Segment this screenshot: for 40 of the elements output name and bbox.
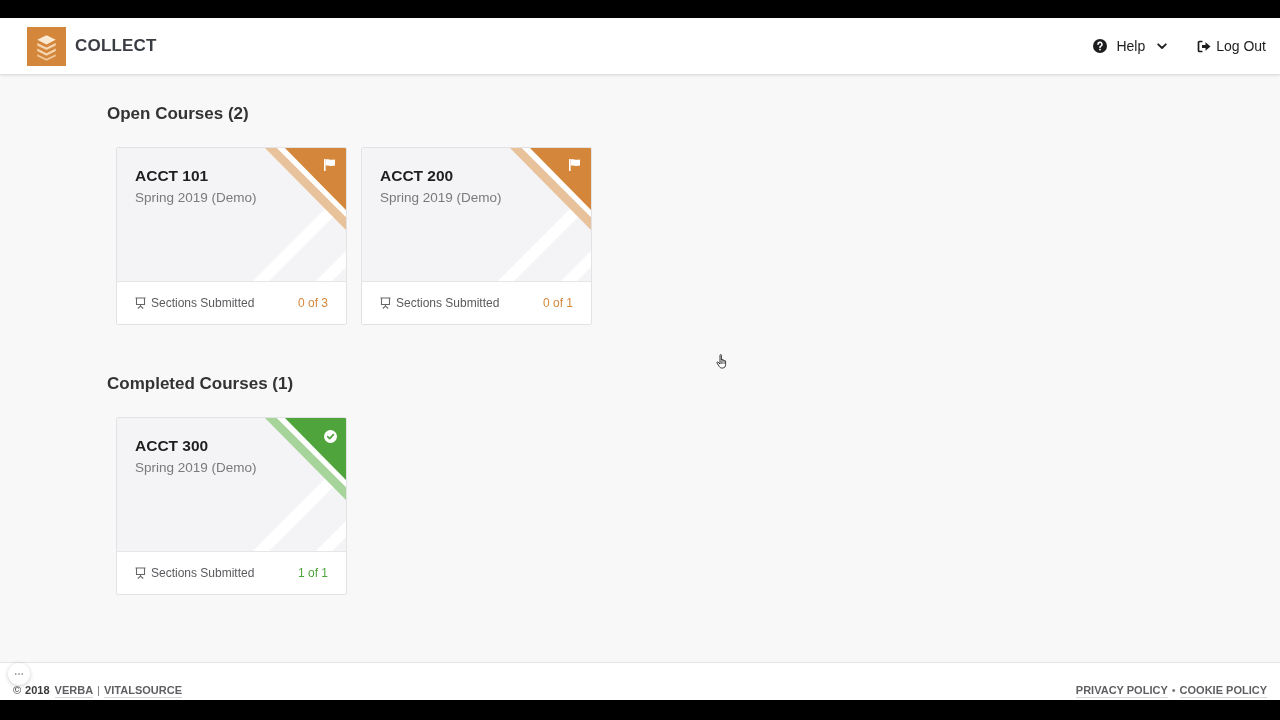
link-separator: • bbox=[1171, 684, 1176, 696]
footer-link[interactable]: VITALSOURCE bbox=[103, 684, 182, 698]
progress-count: 0 of 3 bbox=[297, 296, 328, 310]
flag-icon bbox=[324, 159, 335, 171]
copyright-year: 2018 bbox=[25, 684, 50, 696]
course-card[interactable]: ACCT 200 Spring 2019 (Demo) Sections Submitted 0 of 1 bbox=[361, 147, 592, 325]
stacked-layers-logo-icon bbox=[27, 26, 66, 66]
hand-pointer-icon bbox=[716, 354, 729, 369]
log-out-button[interactable]: Log Out bbox=[1197, 36, 1266, 56]
section-heading: Completed Courses (1) bbox=[107, 373, 294, 395]
easel-icon bbox=[135, 567, 146, 579]
course-term: Spring 2019 (Demo) bbox=[135, 459, 257, 476]
footer-link[interactable]: VERBA bbox=[54, 684, 94, 698]
course-term: Spring 2019 (Demo) bbox=[135, 189, 257, 206]
progress-count: 1 of 1 bbox=[297, 566, 328, 580]
copyright-sign: © bbox=[13, 684, 22, 696]
footer-link[interactable]: COOKIE POLICY bbox=[1179, 684, 1267, 698]
course-term: Spring 2019 (Demo) bbox=[380, 189, 502, 206]
course-code: ACCT 300 bbox=[135, 436, 209, 455]
course-code: ACCT 200 bbox=[380, 166, 454, 185]
progress-label: Sections Submitted bbox=[151, 296, 255, 310]
check-circle-icon bbox=[324, 430, 337, 443]
footer-link[interactable]: PRIVACY POLICY bbox=[1075, 684, 1168, 698]
progress-label: Sections Submitted bbox=[151, 566, 255, 580]
flag-icon bbox=[569, 159, 580, 171]
chevron-down-icon bbox=[1157, 42, 1168, 50]
link-separator: | bbox=[97, 684, 100, 696]
more-button[interactable] bbox=[8, 663, 30, 685]
brand-name: COLLECT bbox=[75, 36, 157, 56]
progress-label: Sections Submitted bbox=[396, 296, 500, 310]
course-card[interactable]: ACCT 101 Spring 2019 (Demo) Sections Submitted 0 of 3 bbox=[116, 147, 347, 325]
help-menu-button[interactable]: Help bbox=[1093, 36, 1168, 56]
progress-count: 0 of 1 bbox=[542, 296, 573, 310]
log-out-icon bbox=[1197, 39, 1212, 53]
section-heading: Open Courses (2) bbox=[107, 103, 249, 125]
help-icon bbox=[1093, 39, 1108, 53]
easel-icon bbox=[135, 297, 146, 309]
course-code: ACCT 101 bbox=[135, 166, 209, 185]
easel-icon bbox=[380, 297, 391, 309]
course-card[interactable]: ACCT 300 Spring 2019 (Demo) Sections Submitted 1 of 1 bbox=[116, 417, 347, 595]
